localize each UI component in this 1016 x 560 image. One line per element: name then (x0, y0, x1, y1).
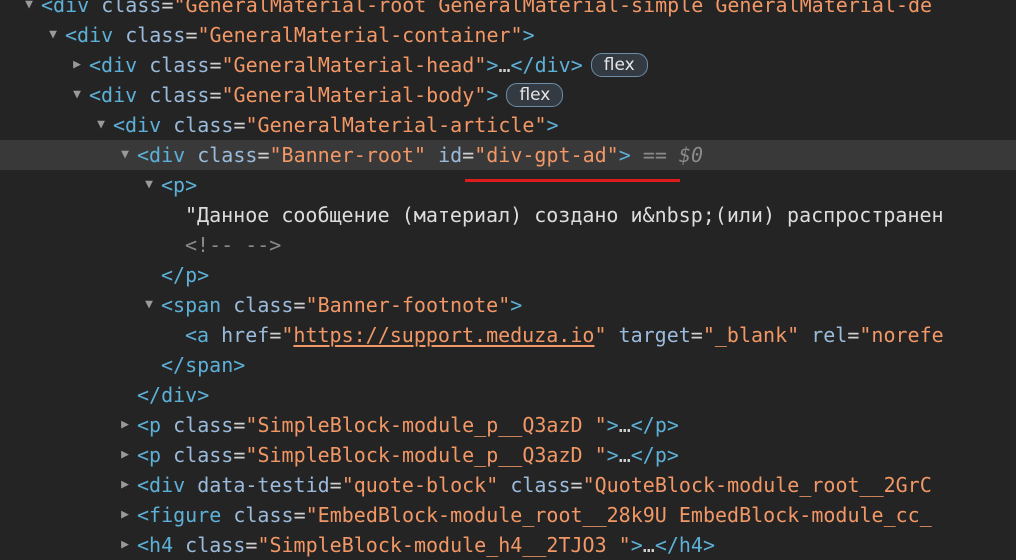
ellipsis[interactable]: … (619, 413, 631, 437)
tree-row-span-close[interactable]: </span> (0, 350, 1016, 380)
flex-badge[interactable]: flex (590, 52, 648, 77)
triangle-down-icon[interactable]: ▼ (46, 20, 60, 50)
attr-value: "GeneralMaterial-root GeneralMaterial-si… (173, 0, 933, 17)
comment-node: <!-- --> (185, 233, 282, 257)
triangle-down-icon[interactable]: ▼ (142, 290, 156, 320)
tree-row-root-div[interactable]: ▼ <div class="GeneralMaterial-root Gener… (0, 0, 1016, 20)
triangle-down-icon[interactable]: ▼ (94, 110, 108, 140)
triangle-right-icon[interactable]: ▶ (118, 470, 132, 500)
tree-row-p-block-1[interactable]: ▶ <p class="SimpleBlock-module_p__Q3azD … (0, 410, 1016, 440)
tree-row-banner-div-selected[interactable]: ▼ <div class="Banner-root" id="div-gpt-a… (0, 140, 1016, 170)
attr-name: class (101, 0, 162, 17)
tree-row-head-div[interactable]: ▶ <div class="GeneralMaterial-head">…</d… (0, 50, 1016, 80)
tree-row-body-div[interactable]: ▼ <div class="GeneralMaterial-body"> flex (0, 80, 1016, 110)
tree-row-p-close[interactable]: </p> (0, 260, 1016, 290)
tree-row-span-footnote[interactable]: ▼ <span class="Banner-footnote"> (0, 290, 1016, 320)
triangle-down-icon[interactable]: ▼ (118, 140, 132, 170)
triangle-down-icon[interactable]: ▼ (22, 0, 36, 20)
triangle-right-icon[interactable]: ▶ (118, 440, 132, 470)
tree-row-div-close[interactable]: </div> (0, 380, 1016, 410)
tree-row-container-div[interactable]: ▼ <div class="GeneralMaterial-container"… (0, 20, 1016, 50)
triangle-right-icon[interactable]: ▶ (118, 500, 132, 530)
tree-row-p-block-2[interactable]: ▶ <p class="SimpleBlock-module_p__Q3azD … (0, 440, 1016, 470)
ellipsis[interactable]: … (643, 533, 655, 557)
red-underline-annotation (465, 179, 680, 182)
tag-open: <div (41, 0, 90, 17)
triangle-right-icon[interactable]: ▶ (118, 530, 132, 560)
tree-row-anchor[interactable]: <a href="https://support.meduza.io" targ… (0, 320, 1016, 350)
ellipsis[interactable]: … (619, 443, 631, 467)
tree-row-p[interactable]: ▼ <p> (0, 170, 1016, 200)
attr-id-value: "div-gpt-ad" (474, 143, 619, 167)
tree-row-comment[interactable]: <!-- --> (0, 230, 1016, 260)
flex-badge[interactable]: flex (506, 82, 564, 107)
tree-row-figure[interactable]: ▶ <figure class="EmbedBlock-module_root_… (0, 500, 1016, 530)
href-link[interactable]: https://support.meduza.io (293, 323, 594, 347)
tree-row-quote-div[interactable]: ▶ <div data-testid="quote-block" class="… (0, 470, 1016, 500)
triangle-down-icon[interactable]: ▼ (70, 80, 84, 110)
tree-row-h4[interactable]: ▶ <h4 class="SimpleBlock-module_h4__2TJO… (0, 530, 1016, 560)
selected-node-marker: == $0 (642, 143, 704, 167)
tree-row-text-node[interactable]: "Данное сообщение (материал) создано и&n… (0, 200, 1016, 230)
ellipsis[interactable]: … (498, 53, 510, 77)
triangle-right-icon[interactable]: ▶ (118, 410, 132, 440)
attr-id: id (438, 143, 463, 167)
text-node: "Данное сообщение (материал) создано и&n… (185, 203, 944, 227)
triangle-right-icon[interactable]: ▶ (70, 50, 84, 80)
triangle-down-icon[interactable]: ▼ (142, 170, 156, 200)
dom-tree: ▼ <div class="GeneralMaterial-root Gener… (0, 0, 1016, 560)
tree-row-article-div[interactable]: ▼ <div class="GeneralMaterial-article"> (0, 110, 1016, 140)
